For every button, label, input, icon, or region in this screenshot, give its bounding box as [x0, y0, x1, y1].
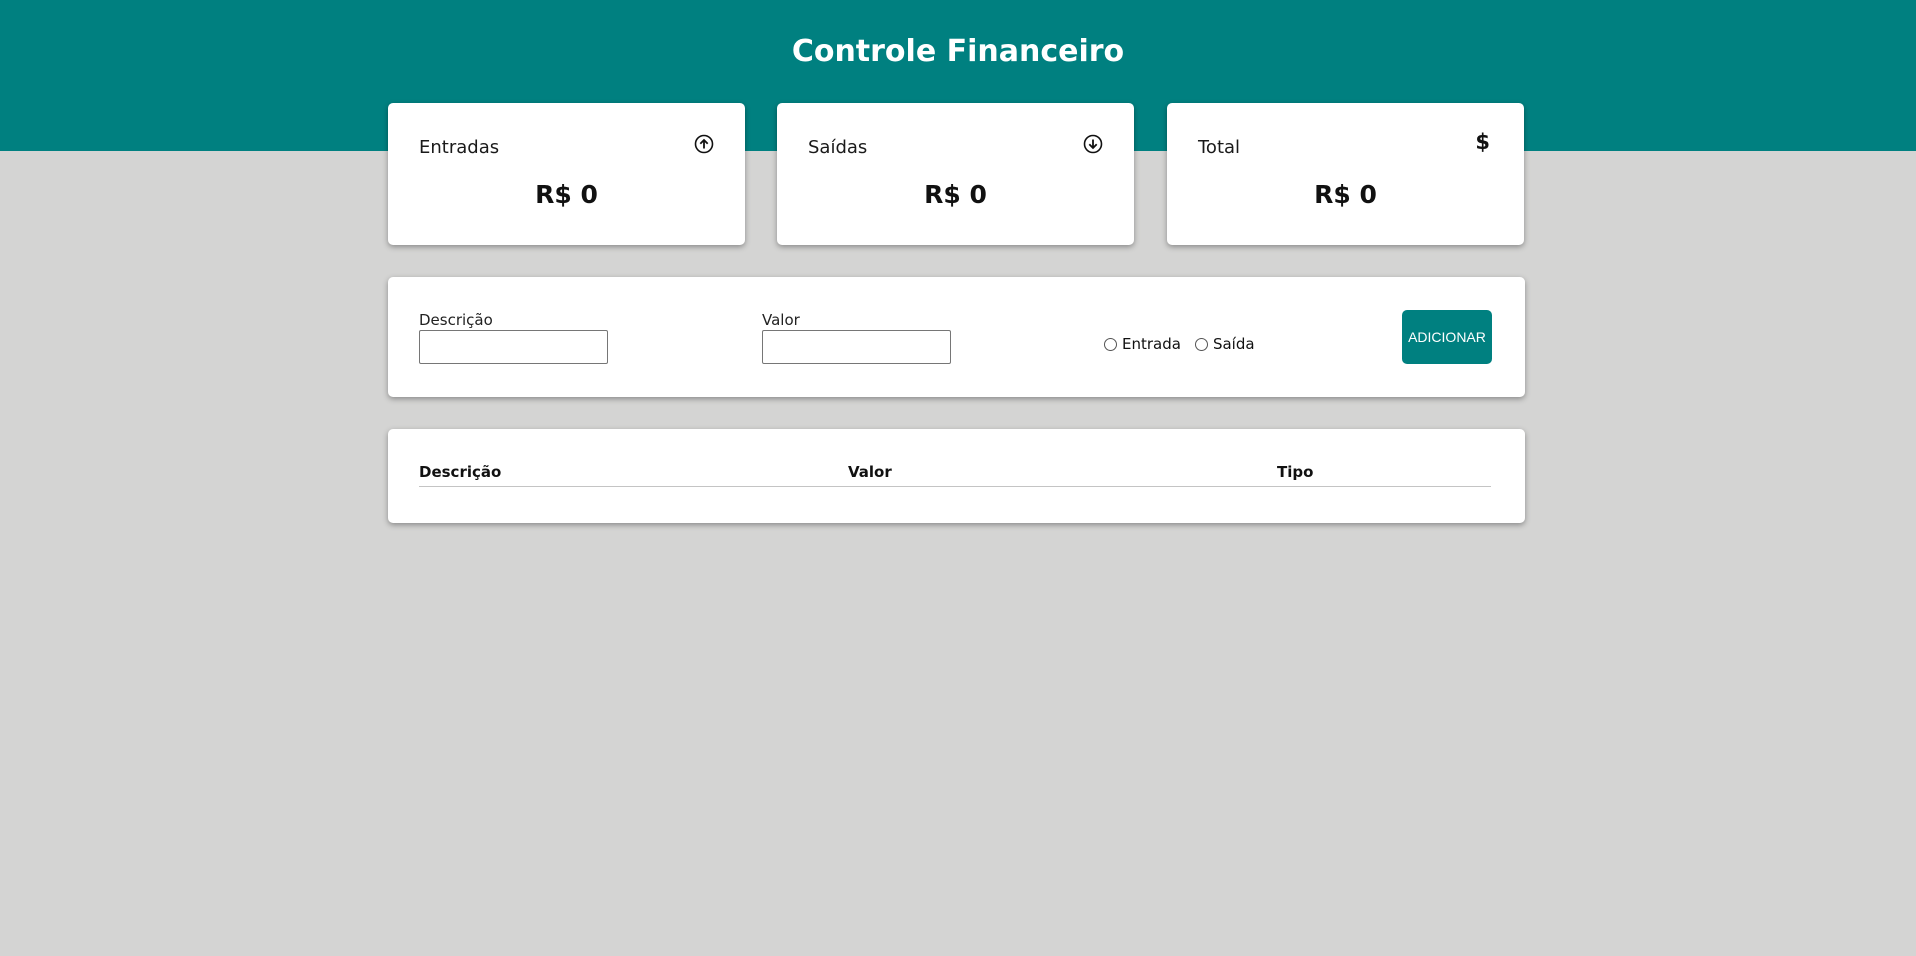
entradas-card: Entradas R$ 0: [388, 103, 745, 245]
radio-entrada-circle[interactable]: [1104, 337, 1117, 351]
type-radio-group: Entrada Saída: [1104, 329, 1269, 359]
amount-input[interactable]: [762, 330, 951, 364]
amount-label: Valor: [762, 311, 800, 329]
saidas-card: Saídas R$ 0: [777, 103, 1134, 245]
description-label: Descrição: [419, 311, 493, 329]
saidas-label: Saídas: [808, 137, 868, 158]
column-header-valor: Valor: [848, 463, 892, 481]
total-label: Total: [1198, 137, 1241, 158]
arrow-down-circle-icon: [1083, 134, 1103, 154]
add-button[interactable]: ADICIONAR: [1402, 310, 1492, 364]
dollar-icon: $: [1475, 130, 1490, 154]
column-header-descricao: Descrição: [419, 463, 502, 481]
page-title: Controle Financeiro: [791, 34, 1125, 69]
entradas-label: Entradas: [419, 137, 500, 158]
total-card: Total $ R$ 0: [1167, 103, 1524, 245]
radio-entrada[interactable]: Entrada: [1104, 335, 1181, 353]
radio-saida-label[interactable]: Saída: [1213, 335, 1255, 353]
arrow-up-circle-icon: [694, 134, 714, 154]
transaction-form: Descrição Valor Entrada Saída ADICIONAR: [388, 277, 1525, 397]
column-header-tipo: Tipo: [1277, 463, 1314, 481]
saidas-value: R$ 0: [924, 180, 987, 209]
description-input[interactable]: [419, 330, 608, 364]
transactions-table: Descrição Valor Tipo: [388, 429, 1525, 523]
radio-entrada-label[interactable]: Entrada: [1122, 335, 1181, 353]
table-header: Descrição Valor Tipo: [419, 462, 1491, 487]
entradas-value: R$ 0: [535, 180, 598, 209]
total-value: R$ 0: [1314, 180, 1377, 209]
radio-saida-circle[interactable]: [1194, 337, 1208, 351]
radio-saida[interactable]: Saída: [1194, 335, 1255, 353]
